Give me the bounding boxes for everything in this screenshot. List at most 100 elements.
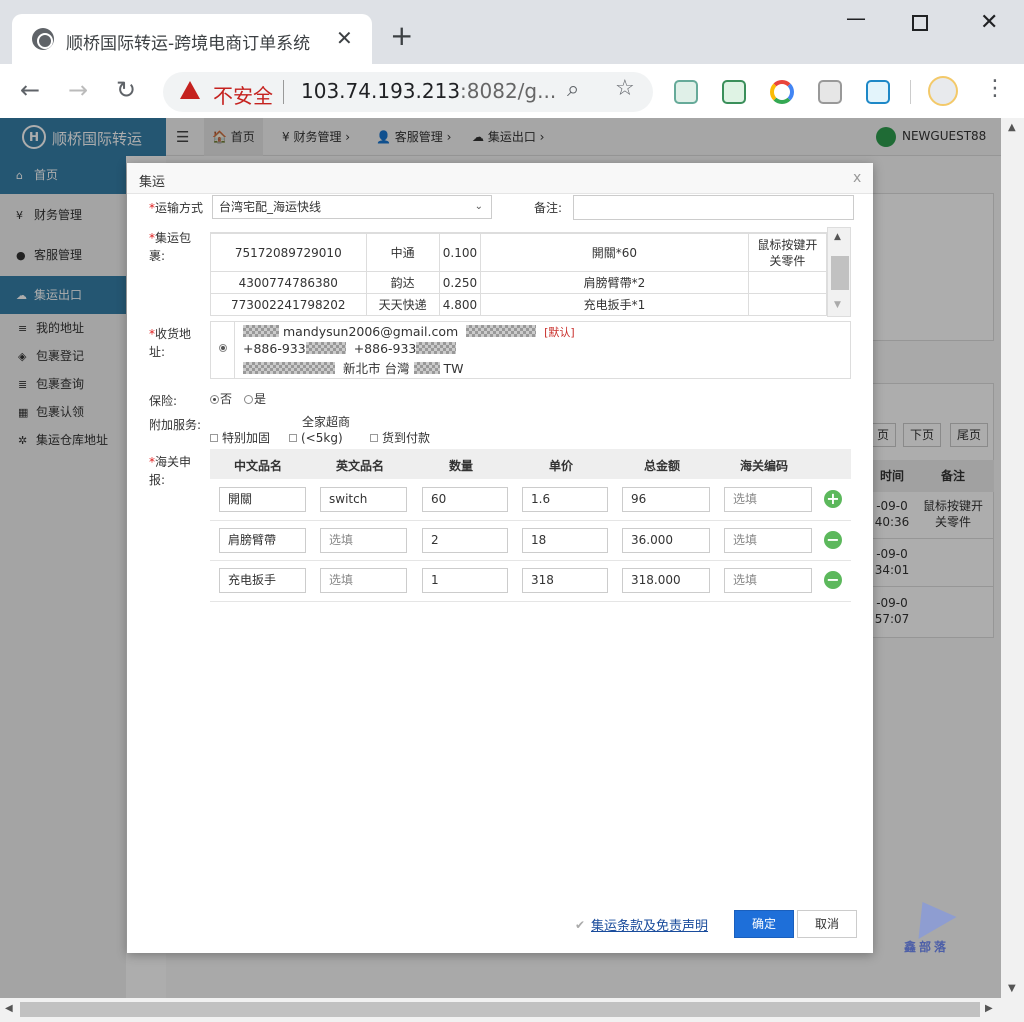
terms-link[interactable]: 集运条款及免责声明	[591, 915, 708, 934]
tab-close-icon[interactable]: ✕	[336, 26, 353, 50]
url-text[interactable]: 103.74.193.213:8082/g...	[301, 79, 556, 103]
qty-input[interactable]: 2	[422, 528, 508, 553]
hs-code-input[interactable]: 选填	[724, 487, 812, 512]
horizontal-scroll-thumb[interactable]	[20, 1002, 980, 1017]
remove-row-minus-icon[interactable]: −	[824, 531, 842, 549]
price-input[interactable]: 318	[522, 568, 608, 593]
modal-close-icon[interactable]: x	[853, 170, 861, 186]
insurance-option-no[interactable]: 否	[210, 390, 232, 408]
table-row[interactable]: 773002241798202 天天快递 4.800 充电扳手*1	[210, 293, 828, 316]
security-label[interactable]: 不安全	[213, 80, 273, 109]
extension-screen-icon[interactable]	[866, 80, 890, 104]
confirm-button[interactable]: 确定	[734, 910, 794, 938]
total-input[interactable]: 36.000	[622, 528, 710, 553]
page-horizontal-scrollbar[interactable]: ◀ ▶	[0, 998, 1024, 1022]
cn-name-input[interactable]: 開關	[219, 487, 306, 512]
table-row[interactable]: 4300774786380 韵达 0.250 肩膀臂帶*2	[210, 271, 828, 294]
minimize-button[interactable]: —	[846, 6, 866, 30]
address-label: *收货地址:	[149, 327, 192, 359]
browser-menu-icon[interactable]: ⋮	[984, 76, 1006, 101]
tab-title: 顺桥国际转运-跨境电商订单系统	[66, 34, 311, 54]
service-familymart[interactable]: (<5kg)	[289, 429, 343, 447]
col-cn-name: 中文品名	[234, 459, 283, 473]
remove-row-minus-icon[interactable]: −	[824, 571, 842, 589]
browser-tab[interactable]: 顺桥国际转运-跨境电商订单系统 ✕	[12, 14, 372, 64]
remark-input[interactable]	[573, 195, 854, 220]
forward-arrow-icon[interactable]: →	[68, 76, 88, 104]
globe-icon	[32, 28, 54, 50]
insurance-option-yes[interactable]: 是	[244, 390, 266, 408]
address-email: mandysun2006@gmail.com	[283, 324, 459, 339]
en-name-input[interactable]: 选填	[320, 568, 407, 593]
packages-scroll-thumb[interactable]	[831, 256, 849, 290]
qty-input[interactable]: 1	[422, 568, 508, 593]
shipping-method-select[interactable]: 台湾宅配_海运快线 ⌄	[212, 195, 492, 219]
pkg-carrier: 天天快递	[365, 293, 440, 316]
pkg-weight: 0.100	[438, 233, 482, 272]
address-radio[interactable]	[219, 344, 227, 352]
redacted-zip	[413, 362, 440, 374]
address-option[interactable]: mandysun2006@gmail.com [默认] +886-933 +88…	[210, 321, 851, 379]
price-input[interactable]: 18	[522, 528, 608, 553]
extension-mail-icon[interactable]	[722, 80, 746, 104]
radio-checked-icon[interactable]	[210, 395, 219, 404]
hs-code-input[interactable]: 选填	[724, 528, 812, 553]
zoom-icon[interactable]: ⌕	[567, 77, 579, 102]
redacted-phone	[305, 342, 346, 354]
service-reinforce[interactable]: 特别加固	[210, 429, 270, 447]
url-separator	[283, 80, 284, 104]
address-phone-2: +886-933	[353, 341, 417, 356]
total-input[interactable]: 318.000	[622, 568, 710, 593]
radio-unchecked-icon[interactable]	[244, 395, 253, 404]
customs-table-header: 中文品名 英文品名 数量 单价 总金额 海关编码	[210, 449, 851, 479]
packages-scrollbar[interactable]: ▲ ▼	[827, 227, 851, 317]
pkg-tracking: 75172089729010	[210, 233, 367, 272]
price-input[interactable]: 1.6	[522, 487, 608, 512]
en-name-input[interactable]: switch	[320, 487, 407, 512]
address-radio-cell	[211, 322, 235, 378]
checkbox[interactable]	[289, 434, 297, 442]
total-input[interactable]: 96	[622, 487, 710, 512]
hs-code-input[interactable]: 选填	[724, 568, 812, 593]
pkg-weight: 4.800	[438, 293, 482, 316]
extension-docs-icon[interactable]	[674, 80, 698, 104]
url-host: 103.74.193.213	[301, 79, 461, 103]
address-line-2: +886-933 +886-933	[243, 341, 460, 356]
pkg-note: 鼠标按键开关零件	[747, 233, 828, 272]
back-arrow-icon[interactable]: ←	[20, 76, 40, 104]
redacted-street	[243, 362, 335, 374]
bookmark-star-icon[interactable]: ☆	[615, 76, 635, 101]
insurance-label: 保险:	[149, 394, 178, 408]
page-vertical-scrollbar[interactable]: ▲ ▼	[1001, 118, 1024, 998]
service-cod[interactable]: 货到付款	[370, 429, 430, 447]
window-close-button[interactable]: ✕	[980, 10, 998, 35]
col-total: 总金额	[644, 459, 681, 473]
en-name-input[interactable]: 选填	[320, 528, 407, 553]
maximize-button[interactable]	[912, 15, 928, 31]
scroll-left-arrow-icon[interactable]: ◀	[5, 1003, 13, 1014]
pkg-contents: 充电扳手*1	[480, 293, 749, 316]
extension-color-icon[interactable]	[770, 80, 794, 104]
terms-checkbox[interactable]: ✔	[575, 918, 585, 932]
address-bar[interactable]: 不安全 103.74.193.213:8082/g... ⌕ ☆	[163, 72, 653, 112]
scroll-up-arrow-icon[interactable]: ▲	[834, 232, 841, 242]
add-row-plus-icon[interactable]: +	[824, 490, 842, 508]
scroll-down-arrow-icon[interactable]: ▼	[834, 300, 841, 310]
scroll-down-arrow-icon[interactable]: ▼	[1008, 983, 1016, 994]
col-hs-code: 海关编码	[740, 459, 789, 473]
table-row[interactable]: 75172089729010 中通 0.100 開關*60 鼠标按键开关零件	[210, 233, 828, 272]
cn-name-input[interactable]: 充电扳手	[219, 568, 306, 593]
checkbox[interactable]	[210, 434, 218, 442]
packages-label-text: 集运包裹:	[149, 231, 192, 263]
checkbox[interactable]	[370, 434, 378, 442]
cn-name-input[interactable]: 肩膀臂帶	[219, 528, 306, 553]
new-tab-button[interactable]: +	[390, 22, 413, 50]
scroll-up-arrow-icon[interactable]: ▲	[1008, 122, 1016, 133]
cancel-button[interactable]: 取消	[797, 910, 857, 938]
profile-avatar[interactable]	[928, 76, 958, 106]
scroll-right-arrow-icon[interactable]: ▶	[985, 1003, 993, 1014]
extension-case-icon[interactable]	[818, 80, 842, 104]
customs-label: *海关申报:	[149, 455, 192, 487]
reload-icon[interactable]: ↻	[116, 76, 136, 104]
qty-input[interactable]: 60	[422, 487, 508, 512]
